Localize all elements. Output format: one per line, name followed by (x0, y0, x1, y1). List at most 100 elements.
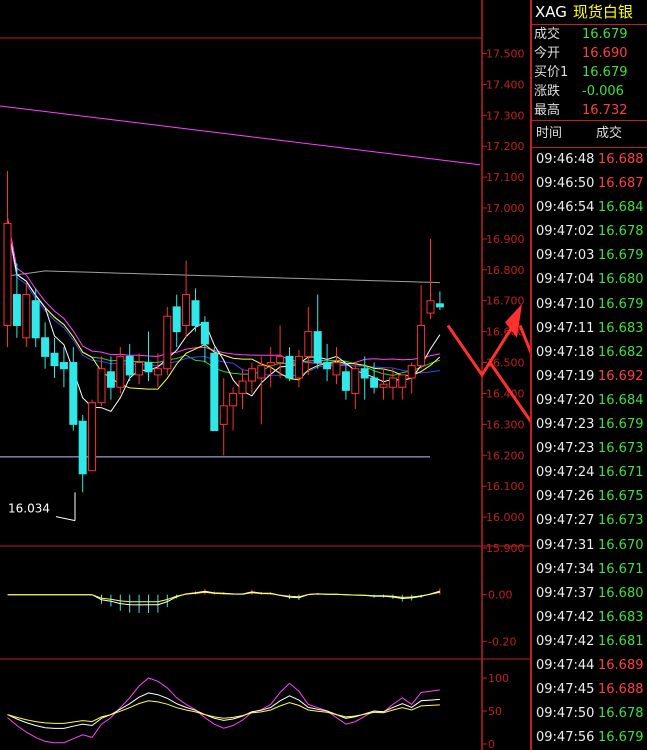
quote-value: 16.690 (582, 46, 628, 61)
tick-row: 09:47:20 16.684 (532, 389, 647, 413)
quote-row: 最高 16.732 (532, 101, 647, 120)
tick-price: 16.689 (598, 657, 644, 673)
low-marker-label: 16.034 (8, 502, 50, 516)
tick-row: 09:46:48 16.688 (532, 148, 647, 172)
tick-row: 09:47:44 16.689 (532, 654, 647, 678)
candle-down (191, 300, 200, 326)
tick-price: 16.679 (598, 417, 644, 433)
tick-price: 16.678 (598, 706, 644, 722)
price-tick-label: 16.100 (486, 480, 525, 493)
tick-price: 16.688 (598, 682, 644, 698)
tick-time: 09:47:26 (536, 489, 595, 505)
candle-up (219, 405, 228, 425)
tick-time: 09:47:19 (536, 368, 595, 384)
tick-time: 09:47:10 (536, 296, 595, 312)
tick-price: 16.682 (598, 344, 644, 360)
candle-down (31, 300, 40, 339)
tick-price: 16.679 (598, 296, 644, 312)
tick-price: 16.670 (598, 537, 644, 553)
tick-row: 09:47:23 16.679 (532, 413, 647, 437)
candle-down (200, 321, 209, 345)
quote-row: 买价1 16.679 (532, 63, 647, 82)
tick-header: 时间 成交 (532, 121, 647, 147)
quote-value: 16.732 (582, 103, 628, 118)
tick-list[interactable]: 09:46:48 16.688 09:46:50 16.687 09:46:54 16.6… (532, 148, 647, 750)
tick-row: 09:47:11 16.683 (532, 317, 647, 341)
candle-down (285, 355, 294, 379)
annotation-arrow (488, 361, 530, 423)
tick-price: 16.673 (598, 513, 644, 529)
quote-row: 今开 16.690 (532, 44, 647, 63)
quote-label: 涨跌 (534, 84, 561, 99)
candle-down (69, 362, 78, 425)
tick-time: 09:47:31 (536, 537, 595, 553)
price-tick-label: 17.100 (486, 171, 525, 184)
tick-time: 09:47:24 (536, 465, 595, 481)
candle-up (332, 362, 341, 376)
ma-line-long (0, 105, 481, 166)
symbol-name: 现货白银 (572, 3, 633, 21)
candle-up (351, 368, 360, 394)
candle-up (266, 362, 275, 367)
ma-line-magenta (7, 217, 441, 365)
tick-header-time: 时间 (536, 126, 563, 141)
candle-up (116, 355, 125, 388)
candle-up (379, 383, 388, 388)
candle-up (3, 222, 12, 326)
tick-price: 16.684 (598, 392, 644, 408)
tick-time: 09:47:11 (536, 320, 595, 336)
price-tick-label: 15.900 (486, 542, 525, 555)
kdj-tick-label: 0 (488, 738, 495, 750)
candle-down (12, 294, 21, 326)
tick-time: 09:47:50 (536, 706, 595, 722)
candle-down (125, 355, 134, 376)
candle-down (435, 303, 444, 308)
symbol-code: XAG (535, 3, 567, 21)
tick-price: 16.688 (598, 152, 644, 167)
candle-down (370, 377, 379, 388)
kdj-k-line (7, 692, 440, 729)
tick-row: 09:47:04 16.680 (532, 268, 647, 292)
tick-row: 09:47:24 16.671 (532, 461, 647, 485)
candle-up (294, 355, 303, 379)
candle-up (97, 368, 106, 404)
kdj-tick-label: 50 (488, 705, 502, 718)
tick-price: 16.692 (598, 368, 644, 384)
candlestick-chart[interactable]: 17.500 17.400 17.300 17.200 17.100 17.000 16.9… (0, 0, 530, 750)
price-tick-label: 16.400 (486, 387, 525, 400)
candle-up (163, 315, 172, 370)
kdj-j-line (7, 677, 440, 744)
tick-row: 09:47:45 16.688 (532, 678, 647, 702)
low-marker-line (55, 516, 76, 522)
tick-time: 09:46:48 (536, 152, 595, 167)
quote-label: 今开 (534, 46, 561, 61)
price-tick-label: 16.000 (486, 511, 525, 524)
candle-up (238, 380, 247, 394)
candle-down (144, 362, 153, 373)
candle-up (88, 402, 97, 472)
price-tick-label: 17.300 (486, 109, 525, 122)
tick-row: 09:47:27 16.673 (532, 509, 647, 533)
quote-header: XAG 现货白银 (532, 0, 647, 24)
macd-tick-label: -0.20 (488, 635, 516, 648)
tick-row: 09:47:23 16.673 (532, 437, 647, 461)
candle-up (135, 362, 144, 376)
candle-up (388, 377, 397, 388)
candle-down (106, 371, 115, 388)
price-tick-label: 16.200 (486, 449, 525, 462)
candle-up (247, 368, 256, 382)
price-tick-label: 16.300 (486, 418, 525, 431)
tick-row: 09:47:18 16.682 (532, 341, 647, 365)
tick-row: 09:47:10 16.679 (532, 293, 647, 317)
tick-row: 09:46:54 16.684 (532, 196, 647, 220)
macd-dea-line (7, 591, 441, 603)
tick-time: 09:47:44 (536, 657, 595, 673)
tick-time: 09:46:54 (536, 200, 595, 216)
quote-row: 成交 16.679 (532, 25, 647, 44)
quote-label: 最高 (534, 103, 561, 118)
candle-up (304, 331, 313, 357)
tick-time: 09:47:03 (536, 248, 595, 264)
tick-price: 16.680 (598, 272, 644, 288)
quote-panel: XAG 现货白银 成交 16.679 今开 16.690 买价1 16.679 涨跌 -0.00… (530, 0, 647, 750)
tick-time: 09:47:45 (536, 682, 595, 698)
